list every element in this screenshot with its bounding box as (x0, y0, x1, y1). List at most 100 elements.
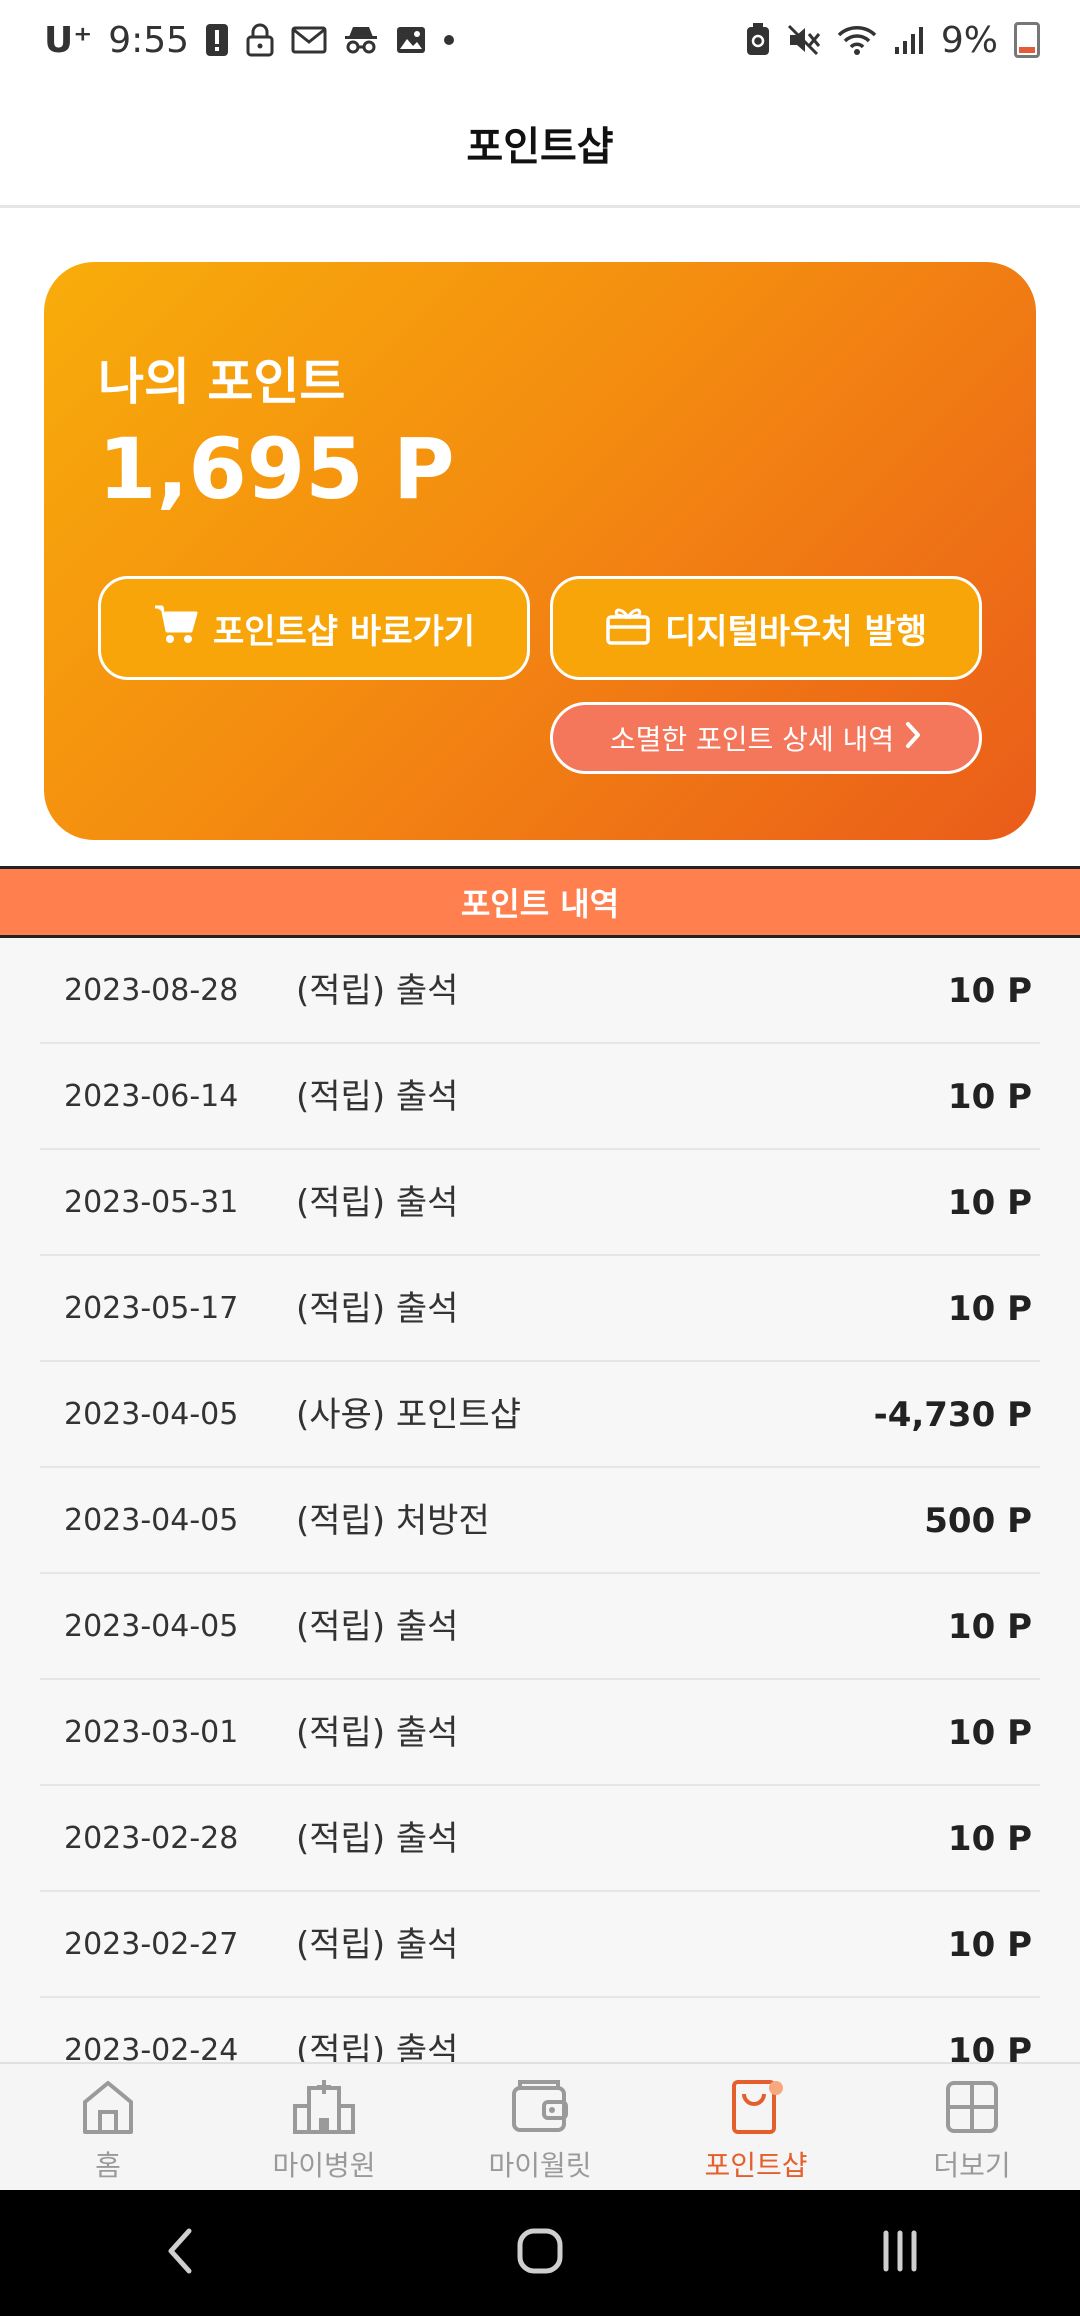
history-amount: 500 P (924, 1501, 1032, 1541)
history-date: 2023-03-01 (64, 1715, 239, 1750)
clock: 9:55 (108, 19, 190, 61)
history-amount: 10 P (947, 1819, 1032, 1859)
nav-label-my-wallet: 마이월릿 (488, 2149, 592, 2182)
nav-item-my-hospital[interactable]: 마이병원 (216, 2064, 432, 2190)
image-icon (395, 25, 427, 55)
battery-saver-icon (745, 23, 771, 57)
history-header: 포인트 내역 (0, 866, 1080, 938)
history-date: 2023-04-05 (64, 1503, 239, 1538)
incognito-icon (343, 25, 379, 55)
points-balance: 1,695 P (98, 420, 455, 518)
point-shop-button-label: 포인트샵 바로가기 (212, 611, 476, 652)
history-description: (적립) 출석 (296, 1819, 459, 1859)
history-row: 2023-05-31 (적립) 출석 10 P (40, 1150, 1040, 1256)
history-row: 2023-05-17 (적립) 출석 10 P (40, 1256, 1040, 1362)
history-row: 2023-08-28 (적립) 출석 10 P (40, 938, 1040, 1044)
history-row: 2023-06-14 (적립) 출석 10 P (40, 1044, 1040, 1150)
history-title: 포인트 내역 (460, 885, 620, 923)
nav-item-my-wallet[interactable]: 마이월릿 (432, 2064, 648, 2190)
grid-icon (943, 2078, 1001, 2140)
history-date: 2023-02-27 (64, 1927, 239, 1962)
history-date: 2023-04-05 (64, 1609, 239, 1644)
history-date: 2023-05-17 (64, 1291, 239, 1326)
chevron-right-icon (904, 721, 922, 756)
digital-voucher-button-label: 디지털바우처 발행 (664, 611, 928, 652)
status-left: U⁺ 9:55 (44, 20, 455, 61)
recents-icon (878, 2229, 922, 2277)
carrier-label: U⁺ (44, 19, 93, 61)
history-date: 2023-02-24 (64, 2033, 239, 2062)
history-description: (적립) 출석 (296, 1713, 459, 1753)
nav-item-home[interactable]: 홈 (0, 2064, 216, 2190)
history-amount: 10 P (947, 971, 1032, 1011)
history-row: 2023-03-01 (적립) 출석 10 P (40, 1680, 1040, 1786)
battery-percent: 9% (940, 19, 998, 61)
nav-item-point-shop[interactable]: 포인트샵 (648, 2064, 864, 2190)
battery-icon (1014, 22, 1040, 58)
alert-icon (205, 23, 229, 57)
history-amount: 10 P (947, 1289, 1032, 1329)
wifi-icon (837, 24, 877, 56)
nav-label-point-shop: 포인트샵 (704, 2149, 808, 2182)
history-date: 2023-06-14 (64, 1079, 239, 1114)
system-recents-button[interactable] (840, 2213, 960, 2293)
history-description: (적립) 출석 (296, 1289, 459, 1329)
history-row: 2023-04-05 (사용) 포인트샵 -4,730 P (40, 1362, 1040, 1468)
point-shop-button[interactable]: 포인트샵 바로가기 (98, 576, 530, 680)
history-amount: 10 P (947, 1925, 1032, 1965)
home-icon (80, 2078, 136, 2140)
nav-label-more: 더보기 (933, 2149, 1011, 2182)
history-description: (적립) 출석 (296, 1607, 459, 1647)
digital-voucher-button[interactable]: 디지털바우처 발행 (550, 576, 982, 680)
history-row: 2023-02-24 (적립) 출석 10 P (40, 1998, 1040, 2062)
home-circle-icon (516, 2227, 564, 2279)
hospital-icon (292, 2078, 356, 2140)
status-bar: U⁺ 9:55 9% (0, 0, 1080, 80)
history-amount: 10 P (947, 2031, 1032, 2062)
wallet-icon (510, 2078, 570, 2140)
lock-icon (245, 23, 275, 57)
nav-label-home: 홈 (95, 2149, 121, 2182)
mute-icon (787, 24, 821, 56)
cart-icon (153, 603, 199, 654)
history-date: 2023-08-28 (64, 973, 239, 1008)
history-description: (적립) 출석 (296, 1077, 459, 1117)
history-date: 2023-02-28 (64, 1821, 239, 1856)
history-amount: 10 P (947, 1183, 1032, 1223)
system-back-button[interactable] (120, 2213, 240, 2293)
my-points-label: 나의 포인트 (98, 353, 346, 411)
history-amount: 10 P (947, 1713, 1032, 1753)
system-home-button[interactable] (480, 2213, 600, 2293)
history-list[interactable]: 2023-08-28 (적립) 출석 10 P 2023-06-14 (적립) … (0, 938, 1080, 2062)
history-description: (사용) 포인트샵 (296, 1395, 522, 1435)
shopping-bag-icon (726, 2078, 786, 2140)
points-card: 나의 포인트 1,695 P 포인트샵 바로가기 디지털바우처 발행 소멸한 포… (44, 262, 1036, 840)
mail-icon (291, 26, 327, 54)
expired-points-button-label: 소멸한 포인트 상세 내역 (609, 723, 895, 756)
history-description: (적립) 출석 (296, 1183, 459, 1223)
history-date: 2023-05-31 (64, 1185, 239, 1220)
system-nav-bar (0, 2190, 1080, 2316)
history-description: (적립) 처방전 (296, 1501, 490, 1541)
app-header: 포인트샵 (0, 80, 1080, 208)
history-amount: -4,730 P (873, 1395, 1032, 1435)
status-right: 9% (745, 20, 1040, 61)
back-chevron-icon (165, 2227, 195, 2279)
history-description: (적립) 출석 (296, 2031, 459, 2062)
history-description: (적립) 출석 (296, 1925, 459, 1965)
history-amount: 10 P (947, 1607, 1032, 1647)
expired-points-detail-button[interactable]: 소멸한 포인트 상세 내역 (550, 702, 982, 774)
history-date: 2023-04-05 (64, 1397, 239, 1432)
history-amount: 10 P (947, 1077, 1032, 1117)
nav-item-more[interactable]: 더보기 (864, 2064, 1080, 2190)
history-row: 2023-04-05 (적립) 출석 10 P (40, 1574, 1040, 1680)
dot-icon (443, 34, 455, 46)
history-row: 2023-02-28 (적립) 출석 10 P (40, 1786, 1040, 1892)
signal-icon (893, 25, 925, 55)
history-row: 2023-02-27 (적립) 출석 10 P (40, 1892, 1040, 1998)
history-row: 2023-04-05 (적립) 처방전 500 P (40, 1468, 1040, 1574)
bottom-nav: 홈 마이병원 마이월릿 포인트샵 더보기 (0, 2062, 1080, 2190)
gift-icon (605, 603, 651, 654)
history-description: (적립) 출석 (296, 971, 459, 1011)
page-title: 포인트샵 (466, 123, 614, 170)
